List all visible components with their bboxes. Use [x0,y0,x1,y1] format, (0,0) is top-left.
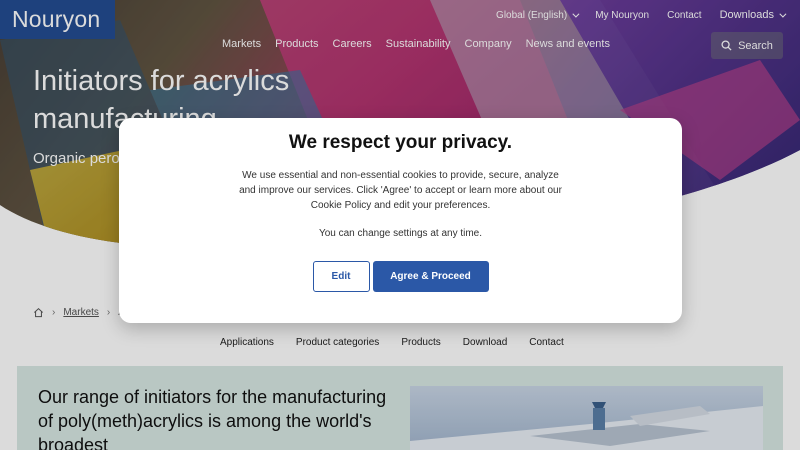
cookie-dialog-note: You can change settings at any time. [318,228,483,239]
cookie-dialog-actions: Edit Agree & Proceed [119,261,682,292]
cookie-consent-dialog: We respect your privacy. We use essentia… [119,118,682,323]
page: Nouryon Global (English) My Nouryon Cont… [0,0,800,450]
edit-button[interactable]: Edit [312,261,370,292]
cookie-dialog-body: We use essential and non-essential cooki… [239,170,562,211]
agree-proceed-button[interactable]: Agree & Proceed [372,261,489,292]
cookie-dialog-title: We respect your privacy. [288,132,513,153]
